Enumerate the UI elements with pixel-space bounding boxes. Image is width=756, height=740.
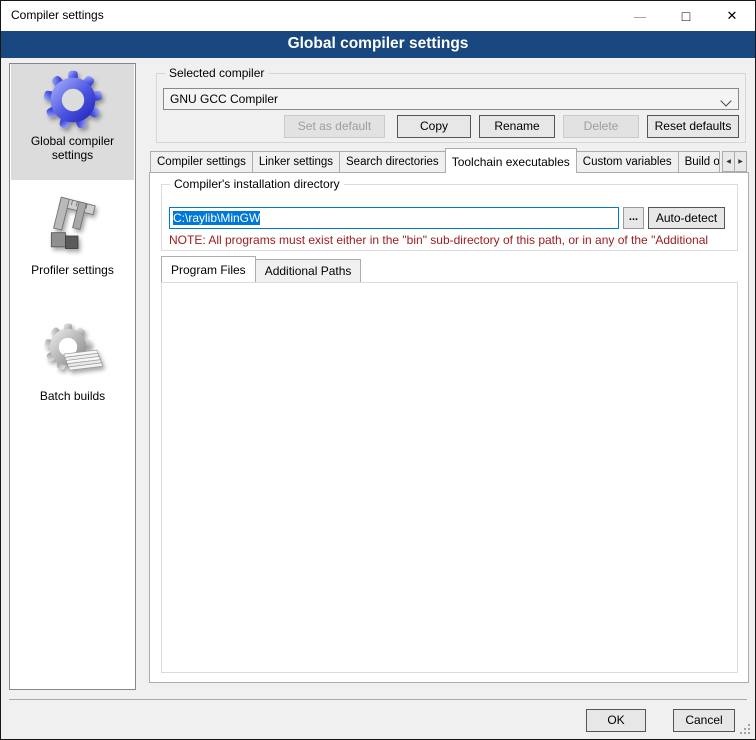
sidebar-item-label: Batch builds: [11, 389, 134, 403]
subtab-additional-paths[interactable]: Additional Paths: [255, 259, 362, 282]
set-as-default-button: Set as default: [284, 115, 385, 138]
gray-gear-stack-icon: [43, 371, 103, 385]
tab-compiler-settings[interactable]: Compiler settings: [150, 151, 253, 173]
installation-directory-value: C:\raylib\MinGW: [173, 211, 260, 225]
minimize-icon[interactable]: —: [617, 1, 663, 31]
sidebar-item-label: Profiler settings: [11, 263, 134, 277]
selected-compiler-group-label: Selected compiler: [165, 66, 268, 80]
compiler-select-value: GNU GCC Compiler: [170, 92, 278, 106]
footer-divider: [9, 699, 747, 700]
sidebar-item-label: Global compiler settings: [23, 134, 123, 162]
installation-directory-note: NOTE: All programs must exist either in …: [169, 233, 733, 247]
window-controls: — □ ✕: [617, 1, 755, 31]
tab-linker-settings[interactable]: Linker settings: [252, 151, 340, 173]
resize-grip[interactable]: [740, 724, 751, 735]
installation-directory-input[interactable]: C:\raylib\MinGW: [169, 207, 619, 229]
ok-button[interactable]: OK: [586, 709, 646, 732]
maximize-icon[interactable]: □: [663, 1, 709, 31]
delete-button: Delete: [563, 115, 639, 138]
browse-directory-button[interactable]: ...: [623, 207, 644, 229]
sidebar-item-batch-builds[interactable]: Batch builds: [11, 322, 134, 422]
tab-search-directories[interactable]: Search directories: [339, 151, 446, 173]
reset-defaults-button[interactable]: Reset defaults: [647, 115, 739, 138]
chevron-down-icon: [720, 95, 731, 106]
settings-category-list: Global compiler settings: [9, 63, 136, 690]
close-icon[interactable]: ✕: [709, 1, 755, 31]
auto-detect-button[interactable]: Auto-detect: [648, 207, 725, 229]
copy-button[interactable]: Copy: [397, 115, 471, 138]
titlebar: Compiler settings — □ ✕: [1, 1, 755, 31]
compiler-settings-window: Compiler settings — □ ✕ Global compiler …: [0, 0, 756, 740]
installation-directory-group: Compiler's installation directory C:\ray…: [161, 184, 738, 251]
caliper-icon: [43, 245, 103, 259]
subtab-program-files[interactable]: Program Files: [161, 256, 256, 282]
blue-gear-icon: [42, 120, 104, 134]
compiler-select[interactable]: GNU GCC Compiler: [163, 88, 739, 110]
cancel-button[interactable]: Cancel: [673, 709, 735, 732]
tab-custom-variables[interactable]: Custom variables: [576, 151, 679, 173]
window-title: Compiler settings: [11, 1, 104, 30]
sidebar-item-profiler-settings[interactable]: Profiler settings: [11, 194, 134, 294]
program-files-panel: [161, 282, 738, 673]
page-title: Global compiler settings: [1, 31, 755, 58]
rename-button[interactable]: Rename: [479, 115, 555, 138]
toolchain-subtabstrip: Program Files Additional Paths: [161, 256, 360, 282]
installation-directory-group-label: Compiler's installation directory: [170, 177, 344, 191]
tab-scroll-buttons: ◀ ▶: [721, 151, 747, 172]
sidebar-item-global-compiler-settings[interactable]: Global compiler settings: [11, 64, 134, 180]
settings-tabstrip: Compiler settings Linker settings Search…: [150, 148, 749, 173]
tab-build-options[interactable]: Build options: [678, 151, 720, 173]
tab-toolchain-executables[interactable]: Toolchain executables: [445, 148, 577, 173]
tab-scroll-right-icon[interactable]: ▶: [734, 151, 747, 172]
